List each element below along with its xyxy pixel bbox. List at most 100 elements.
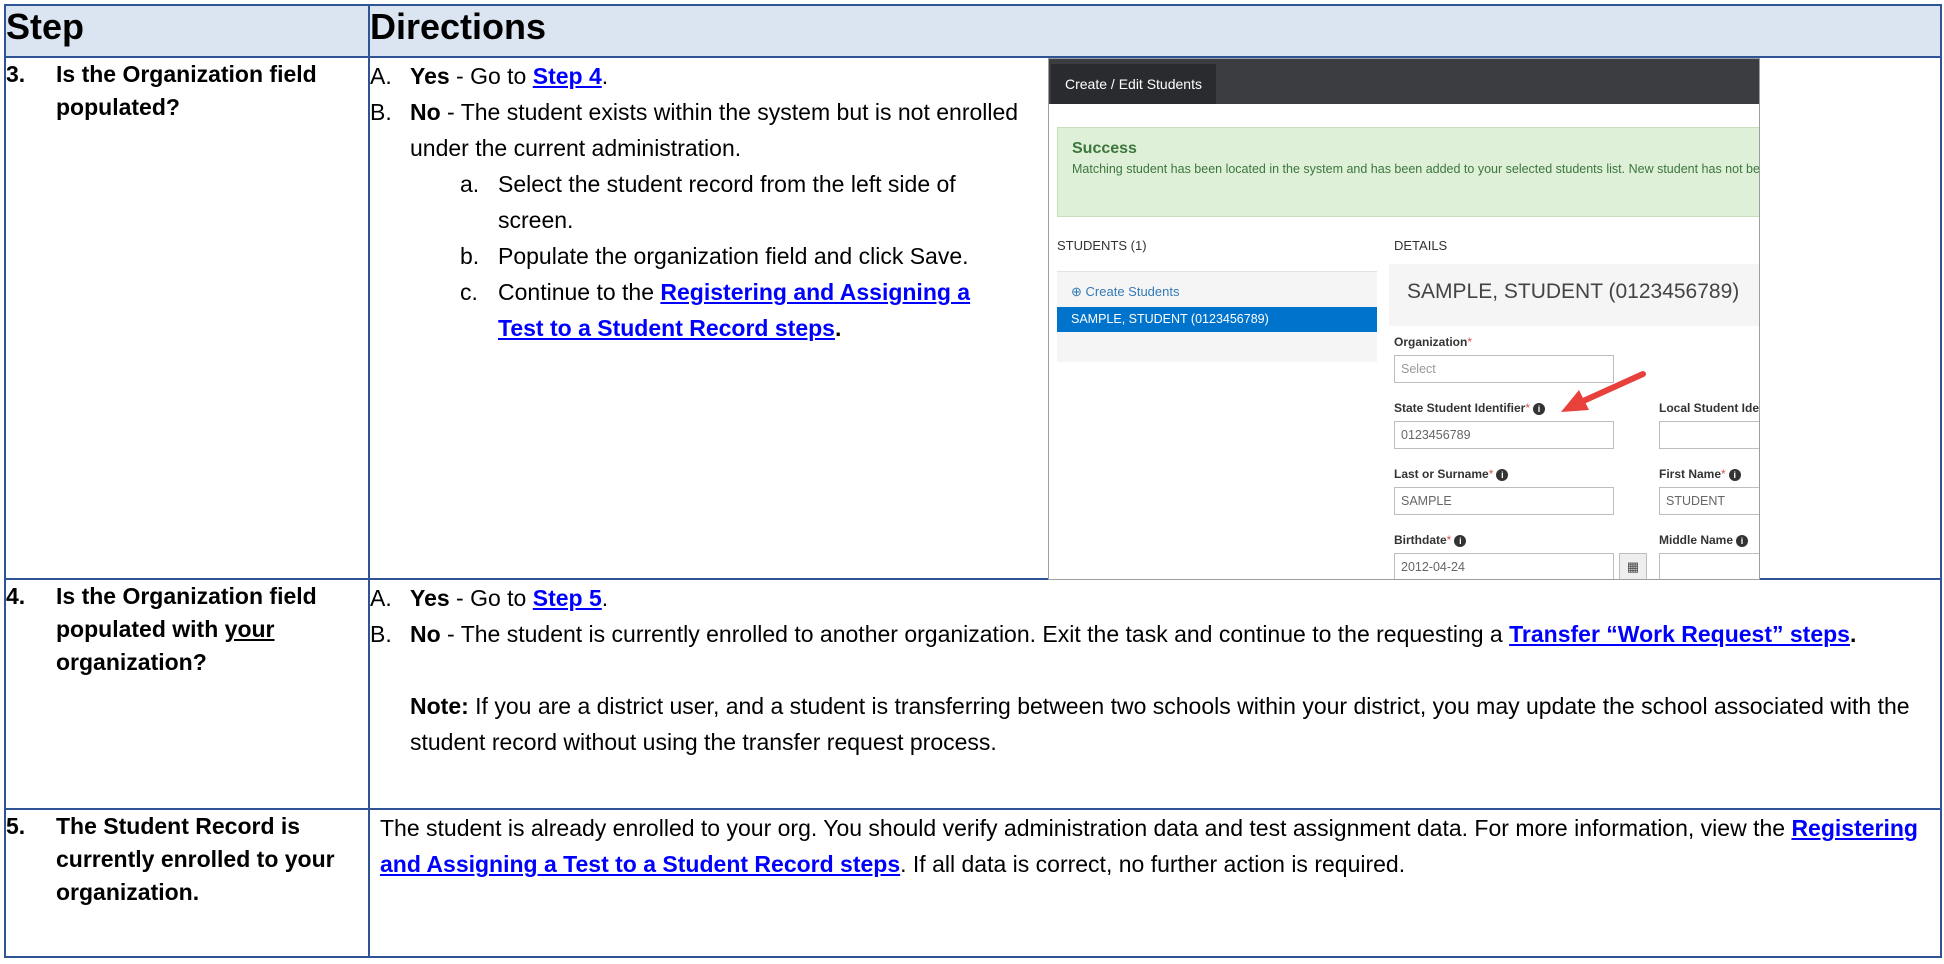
step-question: The Student Record is currently enrolled… <box>56 813 335 905</box>
success-alert: Success Matching student has been locate… <box>1057 127 1760 217</box>
label-text: State Student Identifier <box>1394 401 1526 415</box>
option-answer: Yes <box>410 585 450 611</box>
step-question: Is the Organization field populated? <box>56 61 317 120</box>
ssid-field[interactable]: 0123456789 <box>1394 421 1614 449</box>
red-arrow-icon <box>1561 371 1646 412</box>
directions-cell: The student is already enrolled to your … <box>368 808 1942 958</box>
sub-item-text: Continue to the <box>498 279 661 305</box>
info-icon: i <box>1728 468 1741 481</box>
step-question: Is the Organization field populated with… <box>56 580 368 679</box>
success-title: Success <box>1072 140 1137 157</box>
option-b: B. No - The student exists within the sy… <box>370 94 1020 166</box>
step-cell: 5. The Student Record is currently enrol… <box>4 808 370 958</box>
punctuation: . <box>1849 621 1857 647</box>
step-4-link[interactable]: Step 4 <box>533 63 602 89</box>
required-mark: * <box>1467 335 1473 349</box>
middle-name-label: Middle Name i <box>1659 533 1749 547</box>
transfer-work-request-link[interactable]: Transfer “Work Request” steps <box>1509 621 1850 647</box>
calendar-icon[interactable]: ▦ <box>1619 553 1647 579</box>
step-column-header: Step <box>4 4 370 58</box>
sub-item-marker: c. <box>460 279 478 305</box>
last-name-label: Last or Surname* i <box>1394 467 1509 481</box>
option-marker: B. <box>370 621 392 647</box>
step-5-link[interactable]: Step 5 <box>533 585 602 611</box>
option-b: B. No - The student is currently enrolle… <box>370 616 1940 652</box>
embedded-screenshot: Create / Edit Students Success Matching … <box>1048 58 1760 580</box>
option-marker: A. <box>370 63 392 89</box>
option-a: A. Yes - Go to Step 4. <box>370 58 1020 94</box>
label-text: Last or Surname <box>1394 467 1489 481</box>
directions-text: . If all data is correct, no further act… <box>900 851 1406 877</box>
students-header: STUDENTS (1) <box>1057 238 1147 253</box>
success-message: Matching student has been located in the… <box>1072 162 1760 176</box>
option-answer: No <box>410 621 441 647</box>
middle-name-field[interactable] <box>1659 553 1759 579</box>
required-mark: * <box>1488 467 1494 481</box>
punctuation: . <box>601 63 609 89</box>
note: Note: If you are a district user, and a … <box>370 688 1940 760</box>
local-id-field[interactable] <box>1659 421 1759 449</box>
local-id-label: Local Student Identifier <box>1659 401 1760 415</box>
option-marker: B. <box>370 99 392 125</box>
create-students-label: Create Students <box>1085 284 1180 299</box>
sub-item-text: Populate the organization field and clic… <box>498 243 969 269</box>
table-row: 4. Is the Organization field populated w… <box>4 578 1942 810</box>
directions-column-header: Directions <box>368 4 1942 58</box>
option-answer: No <box>410 99 441 125</box>
step-number: 3. <box>6 61 26 87</box>
label-text: Birthdate <box>1394 533 1447 547</box>
directions-cell: A. Yes - Go to Step 4. B. No - The stude… <box>368 56 1942 580</box>
table-header-row: Step Directions <box>4 4 1942 58</box>
sub-item-marker: a. <box>460 171 480 197</box>
organization-label: Organization* <box>1394 335 1472 349</box>
label-text: First Name <box>1659 467 1722 481</box>
option-text: - The student is currently enrolled to a… <box>440 621 1510 647</box>
info-icon: i <box>1496 468 1509 481</box>
students-panel: ⊕ Create Students SAMPLE, STUDENT (01234… <box>1057 271 1377 362</box>
info-icon: i <box>1736 534 1749 547</box>
table-row: 5. The Student Record is currently enrol… <box>4 808 1942 958</box>
info-icon: i <box>1454 534 1467 547</box>
label-text: Middle Name <box>1659 533 1734 547</box>
step-cell: 3. Is the Organization field populated? <box>4 56 370 580</box>
note-label: Note: <box>410 693 469 719</box>
birthdate-field[interactable]: 2012-04-24 <box>1394 553 1614 579</box>
sub-item: a. Select the student record from the le… <box>370 166 1020 238</box>
sub-item: b. Populate the organization field and c… <box>370 238 1020 274</box>
details-header: DETAILS <box>1394 238 1448 253</box>
last-name-field[interactable]: SAMPLE <box>1394 487 1614 515</box>
tab-create-edit-students[interactable]: Create / Edit Students <box>1051 64 1216 104</box>
option-a: A. Yes - Go to Step 5. <box>370 580 1940 616</box>
note-text: If you are a district user, and a studen… <box>410 693 1910 755</box>
step-number: 5. <box>6 813 26 839</box>
step-text: Is the Organization field populated with <box>56 583 317 642</box>
create-students-link[interactable]: ⊕ Create Students <box>1071 284 1179 300</box>
label-text: Organization <box>1394 335 1468 349</box>
birthdate-label: Birthdate* i <box>1394 533 1467 547</box>
first-name-field[interactable]: STUDENT <box>1659 487 1759 515</box>
directions-table: Step Directions 3. Is the Organization f… <box>4 4 1942 958</box>
app-toolbar: Create / Edit Students <box>1049 59 1759 104</box>
option-text: - The student exists within the system b… <box>410 99 1019 161</box>
first-name-label: First Name* i <box>1659 467 1741 481</box>
sub-item-marker: b. <box>460 243 480 269</box>
required-mark: * <box>1446 533 1452 547</box>
sub-item: c. Continue to the Registering and Assig… <box>370 274 1020 346</box>
option-text: - Go to <box>449 585 533 611</box>
step-emphasis: your <box>224 616 275 642</box>
directions-cell: A. Yes - Go to Step 5. B. No - The stude… <box>368 578 1942 810</box>
student-item-label: SAMPLE, STUDENT (0123456789) <box>1071 312 1269 326</box>
option-marker: A. <box>370 585 392 611</box>
directions-text: The student is already enrolled to your … <box>380 815 1792 841</box>
note-indent <box>370 688 410 760</box>
required-mark: * <box>1721 467 1726 481</box>
option-text: - Go to <box>449 63 533 89</box>
step-text: organization? <box>56 649 207 675</box>
punctuation: . <box>834 315 842 341</box>
student-detail-name: SAMPLE, STUDENT (0123456789) <box>1407 280 1740 303</box>
option-answer: Yes <box>410 63 450 89</box>
student-list-item[interactable]: SAMPLE, STUDENT (0123456789) <box>1057 307 1377 332</box>
required-mark: * <box>1525 401 1531 415</box>
table-row: 3. Is the Organization field populated? … <box>4 56 1942 580</box>
punctuation: . <box>601 585 609 611</box>
